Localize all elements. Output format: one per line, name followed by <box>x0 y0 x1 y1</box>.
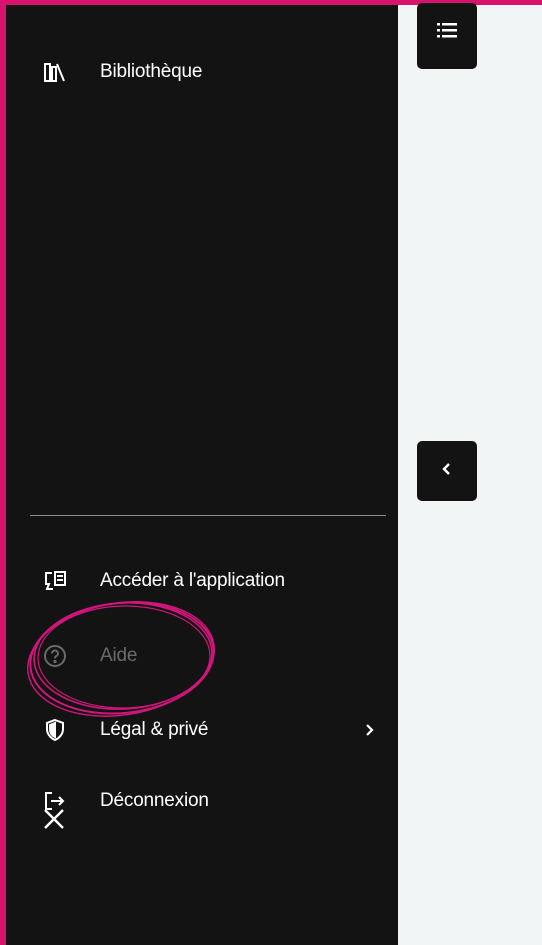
menu-button[interactable] <box>417 3 477 69</box>
sidebar: Bibliothèque Accéder à l'application Aid… <box>6 5 398 945</box>
sidebar-item-aide[interactable]: Aide <box>6 636 398 676</box>
sidebar-item-label: Accéder à l'application <box>100 570 285 591</box>
menu-list-icon <box>435 20 459 45</box>
sidebar-item-label: Bibliothèque <box>100 61 203 82</box>
sidebar-item-label: Aide <box>100 645 138 666</box>
app-access-icon <box>40 566 70 596</box>
help-icon <box>40 641 70 671</box>
library-icon <box>40 57 70 87</box>
collapse-sidebar-button[interactable] <box>417 441 477 501</box>
close-sidebar-button[interactable] <box>36 801 72 837</box>
sidebar-divider <box>30 515 386 516</box>
chevron-right-icon <box>362 721 378 739</box>
close-icon <box>36 809 72 841</box>
sidebar-item-label: Déconnexion <box>100 790 209 811</box>
sidebar-item-legal-prive[interactable]: Légal & privé <box>6 710 398 750</box>
shield-icon <box>40 715 70 745</box>
sidebar-item-bibliotheque[interactable]: Bibliothèque <box>6 52 398 92</box>
sidebar-item-label: Légal & privé <box>100 719 209 740</box>
sidebar-item-access-app[interactable]: Accéder à l'application <box>6 561 398 601</box>
chevron-left-icon <box>438 460 456 483</box>
